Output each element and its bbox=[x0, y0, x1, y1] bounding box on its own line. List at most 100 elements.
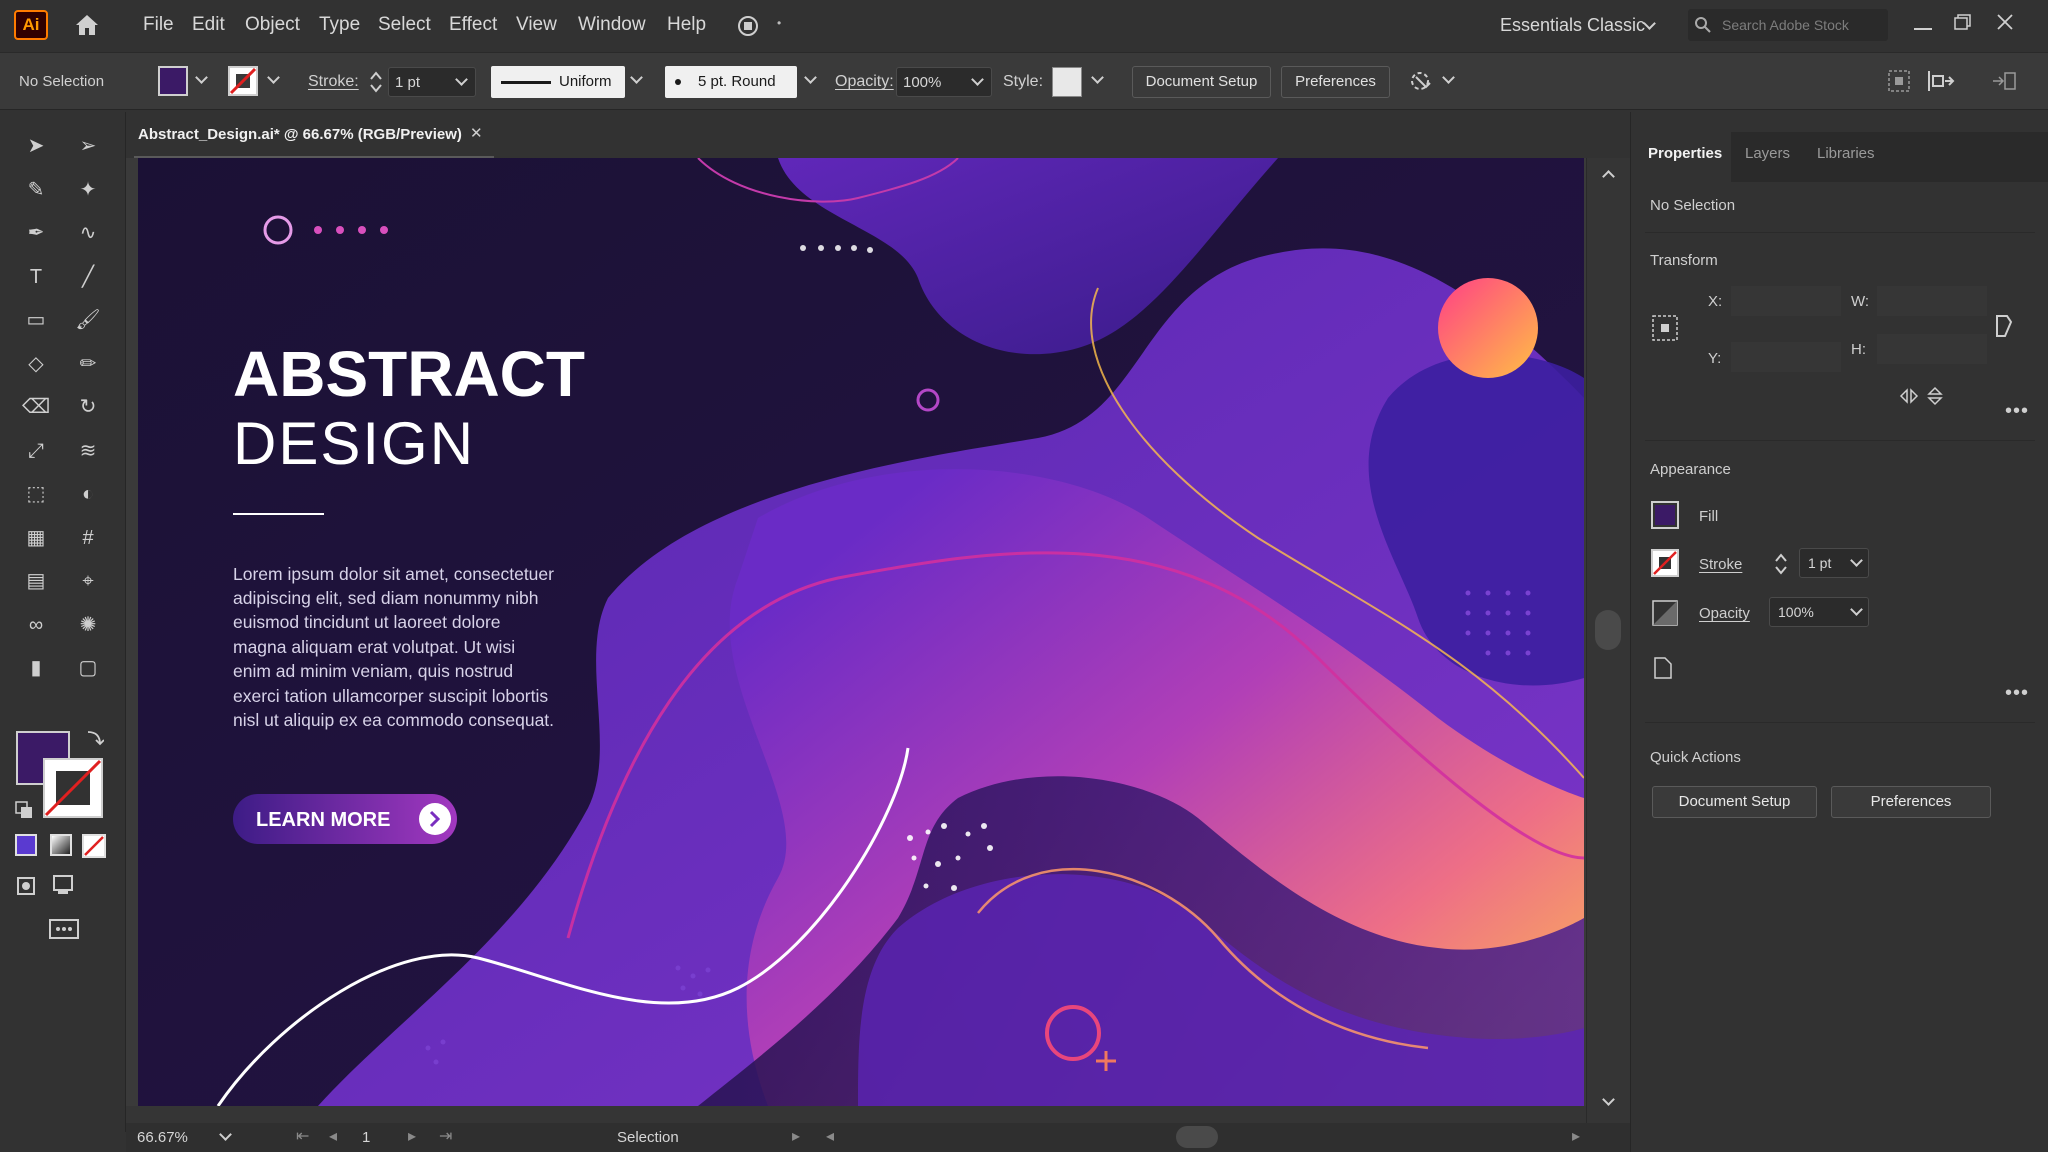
variable-width-profile[interactable]: Uniform bbox=[491, 66, 625, 98]
appearance-stroke-field[interactable]: 1 pt bbox=[1799, 548, 1869, 578]
width-tool-icon[interactable]: ≋ bbox=[74, 437, 102, 465]
quick-preferences-button[interactable]: Preferences bbox=[1831, 786, 1991, 818]
scroll-right-icon[interactable]: ▸ bbox=[1572, 1126, 1580, 1146]
canvas-area[interactable]: ABSTRACT DESIGN Lorem ipsum dolor sit am… bbox=[126, 158, 1630, 1123]
appearance-more-options-icon[interactable]: ••• bbox=[2005, 682, 2029, 705]
fill-swatch[interactable] bbox=[158, 66, 188, 96]
stroke-label[interactable]: Stroke: bbox=[308, 73, 359, 91]
horizontal-scroll-thumb[interactable] bbox=[1176, 1126, 1218, 1148]
scale-tool-icon[interactable]: ⤢ bbox=[22, 437, 50, 465]
appearance-stroke-swatch[interactable] bbox=[1651, 549, 1679, 577]
arrange-documents-icon[interactable] bbox=[1991, 69, 2023, 93]
workspace-switcher[interactable]: Essentials Classic bbox=[1500, 15, 1645, 36]
menu-view[interactable]: View bbox=[516, 14, 557, 36]
free-transform-tool-icon[interactable]: ⬚ bbox=[22, 480, 50, 508]
shape-builder-tool-icon[interactable]: ◐ bbox=[74, 480, 102, 508]
scroll-left-icon[interactable]: ◂ bbox=[826, 1126, 834, 1146]
gradient-mode-icon[interactable] bbox=[50, 834, 72, 856]
tab-libraries[interactable]: Libraries bbox=[1817, 145, 1875, 162]
default-fill-stroke-icon[interactable] bbox=[14, 800, 34, 820]
opacity-icon[interactable] bbox=[1651, 599, 1679, 627]
stroke-swatch[interactable] bbox=[227, 65, 259, 97]
reference-point-icon[interactable] bbox=[1651, 314, 1679, 342]
menu-file[interactable]: File bbox=[143, 14, 174, 36]
transform-w-field[interactable] bbox=[1877, 286, 1987, 316]
menu-help[interactable]: Help bbox=[667, 14, 706, 36]
preferences-button[interactable]: Preferences bbox=[1281, 66, 1390, 98]
isolation-mode-icon[interactable] bbox=[1926, 69, 1956, 93]
swap-fill-stroke-icon[interactable] bbox=[84, 728, 104, 748]
appearance-fill-swatch[interactable] bbox=[1651, 501, 1679, 529]
pen-tool-icon[interactable]: ✒ bbox=[22, 219, 50, 247]
brush-definition[interactable]: 5 pt. Round bbox=[665, 66, 797, 98]
graphic-style-swatch[interactable] bbox=[1052, 67, 1082, 97]
minimize-icon[interactable] bbox=[1914, 28, 1932, 30]
stroke-stepper-icon[interactable] bbox=[1773, 552, 1789, 576]
rotate-tool-icon[interactable]: ↻ bbox=[74, 393, 102, 421]
scroll-up-icon[interactable] bbox=[1602, 170, 1615, 183]
edit-toolbar-icon[interactable] bbox=[44, 912, 84, 944]
zoom-level[interactable]: 66.67% bbox=[137, 1129, 188, 1146]
document-setup-button[interactable]: Document Setup bbox=[1132, 66, 1271, 98]
menu-window[interactable]: Window bbox=[578, 14, 646, 36]
tab-properties[interactable]: Properties bbox=[1648, 145, 1722, 162]
zoom-chevron-icon[interactable] bbox=[219, 1128, 232, 1141]
opacity-label[interactable]: Opacity: bbox=[835, 73, 894, 91]
perspective-grid-tool-icon[interactable]: ▦ bbox=[22, 524, 50, 552]
appearance-fill-label[interactable]: Fill bbox=[1699, 508, 1718, 525]
curvature-tool-icon[interactable]: ∿ bbox=[74, 219, 102, 247]
lasso-tool-icon[interactable]: ✦ bbox=[74, 176, 102, 204]
transform-more-options-icon[interactable]: ••• bbox=[2005, 400, 2029, 423]
stroke-weight-field[interactable]: 1 pt bbox=[388, 67, 476, 97]
close-tab-icon[interactable]: ✕ bbox=[470, 124, 483, 142]
stroke-chevron-icon[interactable] bbox=[267, 71, 280, 84]
direct-selection-tool-icon[interactable]: ➢ bbox=[74, 132, 102, 160]
restore-icon[interactable] bbox=[1954, 14, 1972, 30]
align-panel-icon[interactable] bbox=[1887, 69, 1911, 93]
magic-wand-tool-icon[interactable]: ✎ bbox=[22, 176, 50, 204]
transform-h-field[interactable] bbox=[1877, 334, 1987, 364]
menu-type[interactable]: Type bbox=[319, 14, 360, 36]
first-artboard-icon[interactable]: ⇤ bbox=[296, 1126, 309, 1146]
home-icon[interactable] bbox=[74, 13, 100, 37]
gpu-performance-icon[interactable] bbox=[736, 14, 760, 38]
appearance-stroke-label[interactable]: Stroke bbox=[1699, 556, 1742, 573]
column-graph-tool-icon[interactable]: ▮ bbox=[22, 654, 50, 682]
vertical-scrollbar[interactable] bbox=[1586, 158, 1630, 1123]
eraser-tool-icon[interactable]: ⌫ bbox=[22, 393, 50, 421]
brush-chevron-icon[interactable] bbox=[804, 71, 817, 84]
stroke-stepper-icon[interactable] bbox=[368, 70, 384, 94]
artboard-number[interactable]: 1 bbox=[362, 1129, 370, 1146]
constrain-proportions-icon[interactable] bbox=[1991, 312, 2015, 340]
pencil-tool-icon[interactable]: ✏ bbox=[74, 350, 102, 378]
eyedropper-tool-icon[interactable]: ⌖ bbox=[74, 567, 102, 595]
learn-more-button[interactable]: LEARN MORE bbox=[233, 794, 457, 844]
change-screen-mode-icon[interactable] bbox=[50, 874, 78, 898]
artboard-tool-icon[interactable]: ▢ bbox=[74, 654, 102, 682]
opacity-field[interactable]: 100% bbox=[896, 67, 992, 97]
mesh-tool-icon[interactable]: # bbox=[74, 524, 102, 552]
type-tool-icon[interactable]: T bbox=[22, 263, 50, 291]
stroke-color-box[interactable] bbox=[42, 757, 106, 821]
close-window-icon[interactable] bbox=[1997, 14, 2013, 30]
appearance-opacity-label[interactable]: Opacity bbox=[1699, 605, 1750, 622]
menu-select[interactable]: Select bbox=[378, 14, 431, 36]
recolor-artwork-icon[interactable] bbox=[1406, 67, 1434, 95]
shaper-tool-icon[interactable]: ◇ bbox=[22, 350, 50, 378]
stock-search-field[interactable]: Search Adobe Stock bbox=[1688, 9, 1888, 41]
current-tool-status[interactable]: Selection bbox=[617, 1129, 679, 1146]
scroll-down-icon[interactable] bbox=[1602, 1093, 1615, 1106]
next-artboard-icon[interactable]: ▸ bbox=[408, 1126, 416, 1146]
more-icon[interactable]: • bbox=[777, 16, 781, 30]
previous-artboard-icon[interactable]: ◂ bbox=[329, 1126, 337, 1146]
quick-document-setup-button[interactable]: Document Setup bbox=[1652, 786, 1817, 818]
color-mode-icon[interactable] bbox=[15, 834, 37, 856]
line-tool-icon[interactable]: ╱ bbox=[74, 263, 102, 291]
symbol-sprayer-tool-icon[interactable]: ✺ bbox=[74, 611, 102, 639]
flip-vertical-icon[interactable] bbox=[1925, 386, 1945, 406]
horizontal-scroll-track[interactable] bbox=[126, 1106, 1586, 1123]
document-tab[interactable]: Abstract_Design.ai* @ 66.67% (RGB/Previe… bbox=[134, 112, 494, 158]
rectangle-tool-icon[interactable]: ▭ bbox=[22, 306, 50, 334]
selection-tool-icon[interactable]: ➤ bbox=[22, 132, 50, 160]
style-chevron-icon[interactable] bbox=[1091, 71, 1104, 84]
